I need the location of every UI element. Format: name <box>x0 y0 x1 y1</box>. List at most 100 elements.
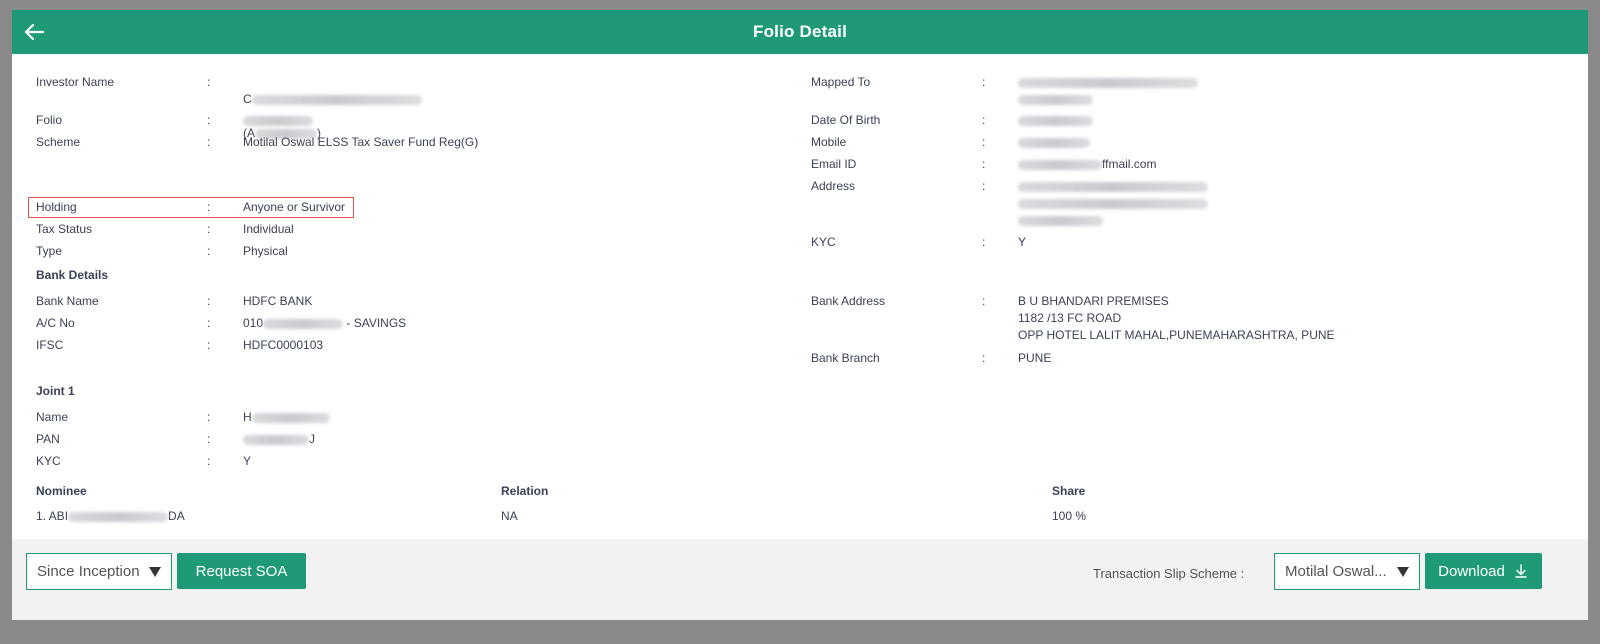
transaction-slip-label: Transaction Slip Scheme : <box>1093 566 1245 581</box>
redacted-nominee-name <box>68 511 169 522</box>
acno-field: A/C No : 010 - SAVINGS <box>36 315 406 332</box>
bank-name-field: Bank Name : HDFC BANK <box>36 293 312 310</box>
colon: : <box>207 410 211 424</box>
folio-value <box>243 112 313 129</box>
joint-name-label: Name <box>36 410 69 424</box>
nominee-row-relation: NA <box>501 509 518 523</box>
period-select-value: Since Inception <box>37 563 140 580</box>
joint-kyc-label: KYC <box>36 454 61 468</box>
joint-pan-field: PAN : J <box>36 431 315 448</box>
redacted-email <box>1018 159 1102 170</box>
bank-address-line1: B U BHANDARI PREMISES <box>1018 294 1169 308</box>
modal-footer: Since Inception Request SOA Transaction … <box>12 539 1588 620</box>
redacted-address-line3 <box>1018 215 1103 226</box>
kyc-value: Y <box>1018 235 1027 249</box>
redacted-folio <box>243 115 313 126</box>
bank-name-label: Bank Name <box>36 294 99 308</box>
holding-field: Holding : Anyone or Survivor <box>36 199 345 216</box>
acno-value: 010 - SAVINGS <box>243 315 406 332</box>
dob-value <box>1018 112 1093 129</box>
holding-label: Holding <box>36 200 77 214</box>
colon: : <box>207 454 211 468</box>
modal-header: Folio Detail <box>12 10 1588 54</box>
period-select[interactable]: Since Inception <box>26 553 172 590</box>
joint-name-visible: H <box>243 410 252 424</box>
scheme-select[interactable]: Motilal Oswal... <box>1274 553 1420 590</box>
email-suffix: ffmail.com <box>1102 157 1157 171</box>
address-value <box>1018 178 1208 229</box>
address-field: Address : <box>811 178 1208 229</box>
tax-status-field: Tax Status : Individual <box>36 221 294 238</box>
ifsc-label: IFSC <box>36 338 64 352</box>
relation-column-header: Relation <box>501 484 549 498</box>
bank-branch-label: Bank Branch <box>811 351 880 365</box>
bank-branch-field: Bank Branch : PUNE <box>811 350 1051 367</box>
redacted-joint-name <box>251 412 330 423</box>
colon: : <box>982 135 986 149</box>
address-label: Address <box>811 179 856 193</box>
bank-address-line3: OPP HOTEL LALIT MAHAL,PUNEMAHARASHTRA, P… <box>1018 328 1335 342</box>
dob-label: Date Of Birth <box>811 113 881 127</box>
bank-name-value: HDFC BANK <box>243 294 313 308</box>
acno-prefix: 010 <box>243 316 264 330</box>
mobile-field: Mobile : <box>811 134 1090 151</box>
download-label: Download <box>1438 562 1505 580</box>
investor-name-field: Investor Name : C (A) <box>36 74 422 142</box>
back-arrow-icon[interactable] <box>22 20 46 44</box>
redacted-dob <box>1018 115 1093 126</box>
joint-pan-value: J <box>243 431 315 448</box>
acno-suffix: - SAVINGS <box>343 316 407 330</box>
request-soa-button[interactable]: Request SOA <box>177 553 306 589</box>
dob-field: Date Of Birth : <box>811 112 1093 129</box>
kyc-label: KYC <box>811 235 836 249</box>
download-icon <box>1515 564 1527 578</box>
folio-detail-modal: Folio Detail Investor Name : C (A) Folio… <box>12 10 1588 620</box>
nominee-row-name: 1. ABI DA <box>36 509 185 523</box>
ifsc-value: HDFC0000103 <box>243 338 324 352</box>
ifsc-field: IFSC : HDFC0000103 <box>36 337 323 354</box>
investor-name-label: Investor Name <box>36 75 115 89</box>
colon: : <box>207 244 211 258</box>
email-value: ffmail.com <box>1018 156 1156 173</box>
acno-label: A/C No <box>36 316 75 330</box>
bank-address-value: B U BHANDARI PREMISES 1182 /13 FC ROAD OPP… <box>1018 293 1335 344</box>
colon: : <box>982 235 986 249</box>
colon: : <box>982 75 986 89</box>
investor-name-visible: C <box>243 92 252 106</box>
kyc-field: KYC : Y <box>811 234 1026 251</box>
download-button[interactable]: Download <box>1425 553 1542 589</box>
colon: : <box>982 179 986 193</box>
type-value: Physical <box>243 244 288 258</box>
colon: : <box>982 351 986 365</box>
redacted-address-line2 <box>1018 198 1208 209</box>
scheme-value: Motilal Oswal ELSS Tax Saver Fund Reg(G) <box>243 135 479 149</box>
colon: : <box>982 294 986 308</box>
colon: : <box>207 113 211 127</box>
colon: : <box>207 316 211 330</box>
joint-kyc-value: Y <box>243 454 252 468</box>
investor-name-value: C (A) <box>243 74 422 142</box>
modal-title: Folio Detail <box>752 22 848 41</box>
redacted-address-line1 <box>1018 181 1208 192</box>
type-label: Type <box>36 244 63 258</box>
colon: : <box>207 200 211 214</box>
joint-pan-label: PAN <box>36 432 60 446</box>
colon: : <box>982 113 986 127</box>
nominee-name-suffix: DA <box>168 509 185 523</box>
colon: : <box>207 338 211 352</box>
bank-address-field: Bank Address : B U BHANDARI PREMISES 1182… <box>811 293 1335 344</box>
redacted-mapped-pan <box>1018 94 1093 105</box>
bank-address-label: Bank Address <box>811 294 886 308</box>
redacted-joint-pan <box>243 434 309 445</box>
tax-status-label: Tax Status <box>36 222 93 236</box>
redacted-mapped-name <box>1018 77 1198 88</box>
holding-value: Anyone or Survivor <box>243 200 346 214</box>
redacted-name <box>251 94 422 105</box>
folio-label: Folio <box>36 113 63 127</box>
bank-branch-value: PUNE <box>1018 351 1052 365</box>
mapped-to-field: Mapped To : <box>811 74 1198 108</box>
colon: : <box>982 157 986 171</box>
folio-field: Folio : <box>36 112 313 129</box>
joint-name-value: H <box>243 409 330 426</box>
joint-kyc-field: KYC : Y <box>36 453 251 470</box>
